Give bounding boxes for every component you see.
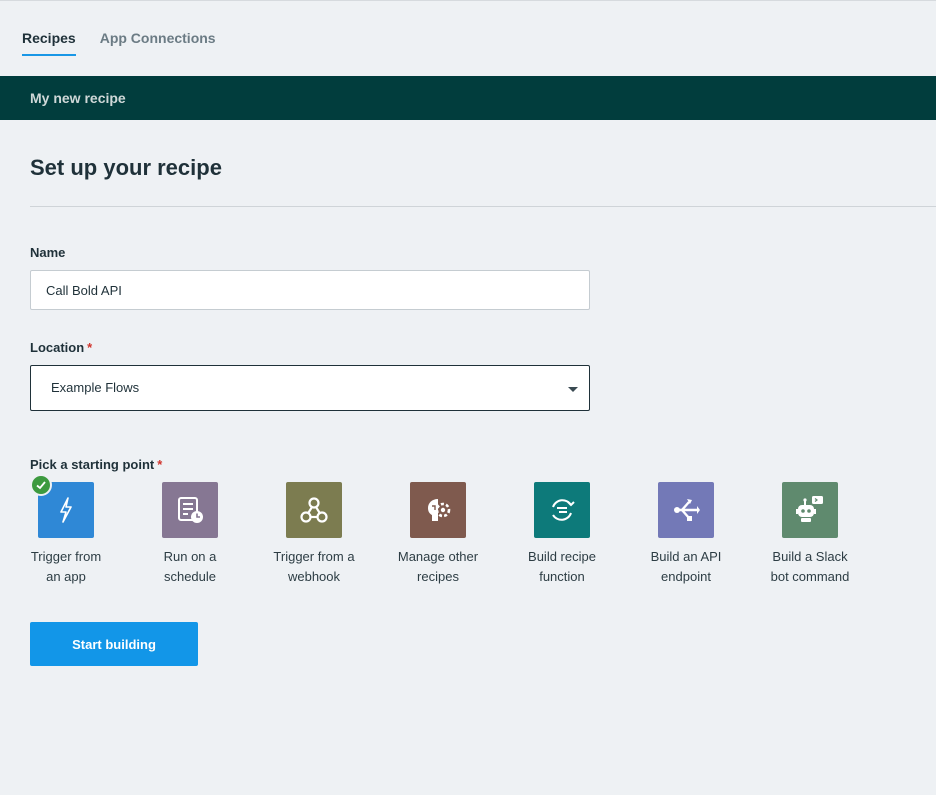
option-caption-line1: Build an API [650,549,722,564]
starting-point-label: Pick a starting point * [30,457,162,472]
option-caption-line2: schedule [163,569,217,584]
selected-check-icon [30,474,52,496]
location-select-value: Example Flows [51,380,140,395]
option-caption-line1: Build a Slack [772,549,848,564]
page-title: Set up your recipe [30,155,222,180]
section-divider [30,206,936,207]
slack-bot-icon [782,482,838,538]
recipe-name-title: My new recipe [30,90,126,106]
option-caption-line1: Run on a [163,549,217,564]
tab-recipes[interactable]: Recipes [22,30,76,56]
starting-point-options: Trigger from an app Run on a schedule Tr… [0,482,936,592]
starting-point-label-text: Pick a starting point [30,457,155,472]
name-label: Name [30,245,66,260]
starting-point-schedule[interactable]: Run on a schedule [128,482,252,587]
option-caption-line2: recipes [417,569,459,584]
starting-point-slack-bot[interactable]: Build a Slack bot command [748,482,872,587]
location-label: Location * [30,340,92,355]
option-caption-line2: function [539,569,585,584]
start-building-button[interactable]: Start building [30,622,198,666]
starting-point-api-endpoint[interactable]: Build an API endpoint [624,482,748,587]
top-border [0,0,936,1]
starting-point-trigger-app[interactable]: Trigger from an app [4,482,128,587]
api-endpoint-icon [658,482,714,538]
top-tabs: Recipes App Connections [22,30,216,58]
starting-point-manage-recipes[interactable]: Manage other recipes [376,482,500,587]
option-caption-line1: Trigger from [30,549,102,564]
location-select[interactable]: Example Flows [30,365,590,411]
function-icon [534,482,590,538]
option-caption-line2: an app [46,569,86,584]
option-caption-line1: Manage other [397,549,479,564]
schedule-icon [162,482,218,538]
gear-brain-icon [410,482,466,538]
caret-down-icon [568,387,578,392]
starting-point-webhook[interactable]: Trigger from a webhook [252,482,376,587]
name-input[interactable] [30,270,590,310]
option-caption-line2: bot command [770,569,850,584]
option-caption-line1: Trigger from a [273,549,355,564]
starting-point-recipe-function[interactable]: Build recipe function [500,482,624,587]
location-label-text: Location [30,340,85,355]
option-caption-line2: webhook [287,569,341,584]
required-marker: * [157,457,163,472]
required-marker: * [87,340,93,355]
recipe-banner: My new recipe [0,76,936,120]
tab-app-connections[interactable]: App Connections [100,30,216,56]
webhook-icon [286,482,342,538]
option-caption-line2: endpoint [661,569,711,584]
option-caption-line1: Build recipe [528,549,596,564]
